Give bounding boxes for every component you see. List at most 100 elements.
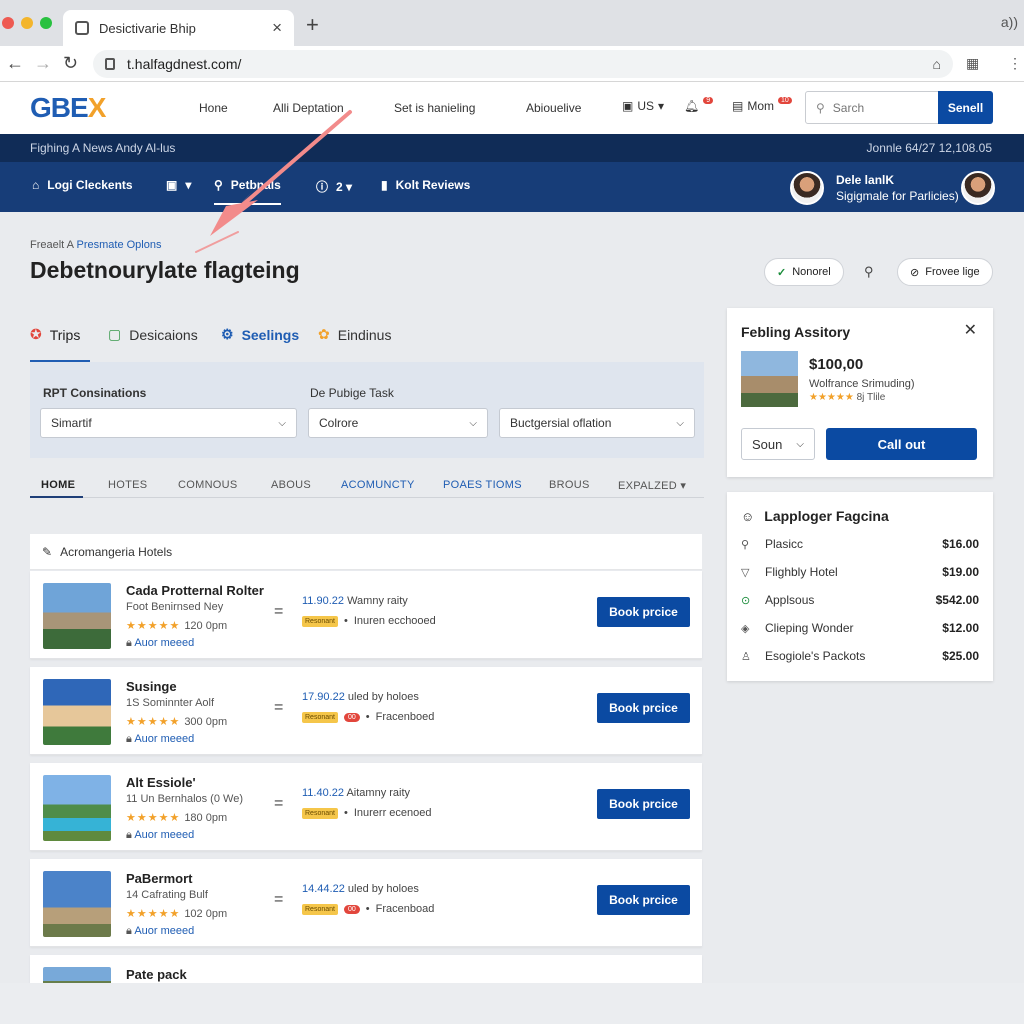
search-input[interactable] — [832, 100, 923, 115]
list-item[interactable]: Susinge 1S Sominnter Aolf ★★★★★ 300 0pm 🔒… — [30, 667, 702, 755]
subtab-poaes-tioms[interactable]: POAES TIOMS — [443, 479, 522, 491]
hotel-title[interactable]: PaBermort — [126, 871, 192, 886]
new-tab-icon[interactable]: + — [306, 12, 319, 38]
hotel-thumbnail[interactable] — [43, 871, 111, 937]
notifications-button[interactable]: 🔔︎ 9 — [684, 96, 714, 113]
hotel-subtitle: Foot Benirnsed Ney — [126, 601, 224, 613]
secnav-kolt-reviews[interactable]: ▮ Kolt Reviews — [381, 178, 470, 192]
messages-button[interactable]: ▤ Mom 10 — [732, 96, 792, 113]
url-field[interactable]: t.halfagdnest.com/ ⌂ — [93, 50, 953, 78]
topnav-item[interactable]: Set is hanieling — [394, 101, 475, 115]
page-title: Debetnourylate flagteing — [30, 257, 300, 283]
audio-icon[interactable]: a)) — [1001, 14, 1018, 30]
profile-avatar[interactable] — [961, 171, 995, 205]
extension-icon[interactable]: ▦ — [966, 55, 979, 72]
tab-eindinus[interactable]: ✿ Eindinus — [318, 326, 391, 343]
book-price-button[interactable]: Book prcice — [597, 597, 690, 627]
topnav-item[interactable]: Alli Deptation — [273, 101, 344, 115]
book-price-button[interactable]: Book prcice — [597, 693, 690, 723]
reload-icon[interactable]: ↻ — [63, 53, 78, 74]
user-info[interactable]: Dele lanlK Sigigmale for Parlicies) — [836, 172, 959, 204]
hotel-thumbnail[interactable] — [43, 583, 111, 649]
menu-icon[interactable]: ⋮ — [1008, 55, 1022, 72]
feature-image[interactable] — [741, 351, 798, 407]
subtab-hotes[interactable]: HOTES — [108, 479, 147, 491]
price-row[interactable]: ♙ Esogiole's Packots $25.00 — [741, 649, 979, 663]
subtab-brous[interactable]: BROUS — [549, 479, 590, 491]
subtab-expalzed[interactable]: EXPALZED ▾ — [618, 479, 686, 492]
hotel-more-link[interactable]: 🔒︎ Auor meeed — [126, 733, 194, 746]
chevron-down-icon: ⌵ — [676, 417, 684, 429]
subtab-home[interactable]: HOME — [41, 479, 75, 491]
price-row[interactable]: ⚲ Plasicc $16.00 — [741, 537, 979, 551]
book-price-button[interactable]: Book prcice — [597, 885, 690, 915]
price-row[interactable]: ◈ Clieping Wonder $12.00 — [741, 621, 979, 635]
stars-icon: ★★★★★ — [126, 620, 181, 632]
active-subtab-indicator — [30, 496, 83, 498]
book-price-button[interactable]: Book prcice — [597, 789, 690, 819]
hotel-thumbnail[interactable] — [43, 775, 111, 841]
search-button[interactable]: Senell — [938, 91, 993, 124]
tab-desicaions[interactable]: ▢ Desicaions — [108, 326, 198, 343]
site-search[interactable]: ⚲ — [805, 91, 939, 124]
browser-tab[interactable]: Desictivarie Bhip × — [63, 10, 294, 46]
price-row[interactable]: ▽ Flighbly Hotel $19.00 — [741, 565, 979, 579]
secnav-info-dropdown[interactable]: ⓘ 2 ▾ — [316, 178, 352, 195]
list-item[interactable]: Cada Protternal Rolter Foot Benirnsed Ne… — [30, 571, 702, 659]
search-icon[interactable]: ⚲ — [864, 264, 874, 280]
secnav-logi-cleckents[interactable]: ⌂ Logi Cleckents — [32, 178, 133, 192]
filter-select-2[interactable]: Colrore ⌵ — [308, 408, 488, 438]
hotel-rating: ★★★★★ 102 0pm — [126, 908, 228, 920]
hotel-rating: ★★★★★ 180 0pm — [126, 812, 228, 824]
hotel-tags: Resonant • Inuren ecchooed — [302, 615, 436, 627]
favicon-icon — [75, 21, 89, 35]
browser-tabstrip: Desictivarie Bhip × + a)) — [0, 0, 1024, 46]
hotel-more-link[interactable]: 🔒︎ Auor meeed — [126, 829, 194, 842]
chevron-down-icon: ⌵ — [796, 438, 804, 450]
hotel-title[interactable]: Pate pack — [126, 967, 187, 982]
tab-title: Desictivarie Bhip — [99, 20, 196, 36]
window-maximize-dot[interactable] — [40, 17, 52, 29]
hotel-title[interactable]: Alt Essiole' — [126, 775, 196, 790]
notification-badge: 9 — [703, 96, 714, 104]
hotel-tags: Resonant 00 • Fracenboed — [302, 711, 434, 723]
tab-seelings[interactable]: ⚙ Seelings — [221, 326, 299, 343]
topnav-item[interactable]: Hone — [199, 101, 228, 115]
avatar[interactable] — [790, 171, 824, 205]
close-icon[interactable]: ✕ — [964, 320, 977, 340]
filter-select-1[interactable]: Simartif ⌵ — [40, 408, 297, 438]
hotel-subtitle: 11 Un Bernhalos (0 We) — [126, 793, 243, 805]
topnav-item[interactable]: Abiouelive — [526, 101, 581, 115]
window-close-dot[interactable] — [2, 17, 14, 29]
list-item[interactable]: PaBermort 14 Cafrating Bulf ★★★★★ 102 0pm… — [30, 859, 702, 947]
subtab-acomuncty[interactable]: ACOMUNCTY — [341, 479, 415, 491]
site-header: GBEX Hone Alli Deptation Set is hanielin… — [0, 82, 1024, 134]
banner-status: Jonnle 64/27 12,108.05 — [866, 141, 992, 155]
preview-button[interactable]: ⊘ Frovee lige — [897, 258, 993, 286]
breadcrumb-link[interactable]: Presmate Oplons — [76, 239, 161, 251]
tab-trips[interactable]: ✪ Trips — [30, 326, 80, 343]
feature-select[interactable]: Soun ⌵ — [741, 428, 815, 460]
region-selector[interactable]: ▣ US ▾ — [622, 99, 664, 113]
hotel-more-link[interactable]: 🔒︎ Auor meeed — [126, 637, 194, 650]
hotel-title[interactable]: Susinge — [126, 679, 177, 694]
hotel-thumbnail[interactable] — [43, 679, 111, 745]
subtab-comnous[interactable]: COMNOUS — [178, 479, 238, 491]
forward-icon[interactable]: → — [34, 53, 52, 74]
subtab-abous[interactable]: ABOUS — [271, 479, 311, 491]
hotel-title[interactable]: Cada Protternal Rolter — [126, 583, 264, 598]
bookmark-icon[interactable]: ⌂ — [933, 56, 941, 72]
call-out-button[interactable]: Call out — [826, 428, 977, 460]
site-logo[interactable]: GBEX — [30, 92, 106, 124]
price-row[interactable]: ⊙ Applsous $542.00 — [741, 593, 979, 607]
normal-filter-pill[interactable]: ✓ Nonorel — [764, 258, 844, 286]
tab-close-icon[interactable]: × — [272, 18, 282, 38]
filter-select-3[interactable]: Buctgersial oflation ⌵ — [499, 408, 695, 438]
building-icon: ▣ — [622, 99, 634, 113]
hotel-more-link[interactable]: 🔒︎ Auor meeed — [126, 925, 194, 938]
back-icon[interactable]: ← — [6, 53, 24, 74]
list-item[interactable]: Alt Essiole' 11 Un Bernhalos (0 We) ★★★★… — [30, 763, 702, 851]
secnav-petbnals[interactable]: ⚲ Petbnals — [214, 178, 281, 205]
secnav-lock-dropdown[interactable]: ▣ ▾ — [166, 178, 191, 192]
window-minimize-dot[interactable] — [21, 17, 33, 29]
